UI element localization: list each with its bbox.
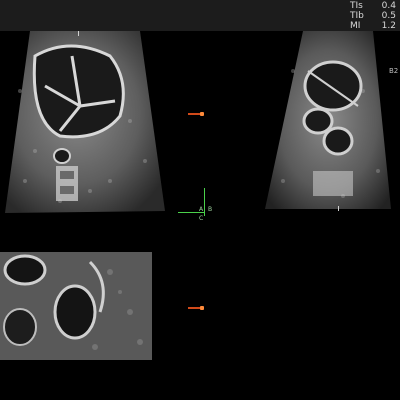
acoustic-output-readouts: TIs 0.4 TIb 0.5 MI 1.2 xyxy=(350,1,396,31)
readout-tis-label: TIs xyxy=(350,1,363,11)
orientation-marker-icon[interactable] xyxy=(188,306,204,310)
axis-label-a: A xyxy=(199,206,204,213)
status-bar: TIs 0.4 TIb 0.5 MI 1.2 xyxy=(0,0,400,31)
ultrasound-pane-c[interactable] xyxy=(0,252,152,360)
ultrasound-image-b xyxy=(265,31,391,209)
ultrasound-pane-b[interactable] xyxy=(263,31,400,216)
axis-label-b: B xyxy=(208,206,213,213)
scan-line-tick-b xyxy=(338,206,339,211)
readout-tib-label: TIb xyxy=(350,11,364,21)
ultrasound-pane-a[interactable] xyxy=(0,31,168,216)
scan-line-tick-a xyxy=(78,31,79,36)
ultrasound-image-c xyxy=(0,252,152,360)
orientation-marker-icon[interactable] xyxy=(188,112,204,116)
readout-mi: MI 1.2 xyxy=(350,21,396,31)
readout-tis-value: 0.4 xyxy=(381,1,396,11)
readout-mi-label: MI xyxy=(350,21,361,31)
ultrasound-image-a xyxy=(5,31,165,213)
panel-tag: B2 xyxy=(389,67,399,75)
readout-tib-value: 0.5 xyxy=(381,11,396,21)
readout-tis: TIs 0.4 xyxy=(350,1,396,11)
readout-mi-value: 1.2 xyxy=(381,21,396,31)
ultrasound-screen: TIs 0.4 TIb 0.5 MI 1.2 B2 A B C xyxy=(0,0,400,400)
axis-label-c: C xyxy=(199,215,204,222)
readout-tib: TIb 0.5 xyxy=(350,11,396,21)
